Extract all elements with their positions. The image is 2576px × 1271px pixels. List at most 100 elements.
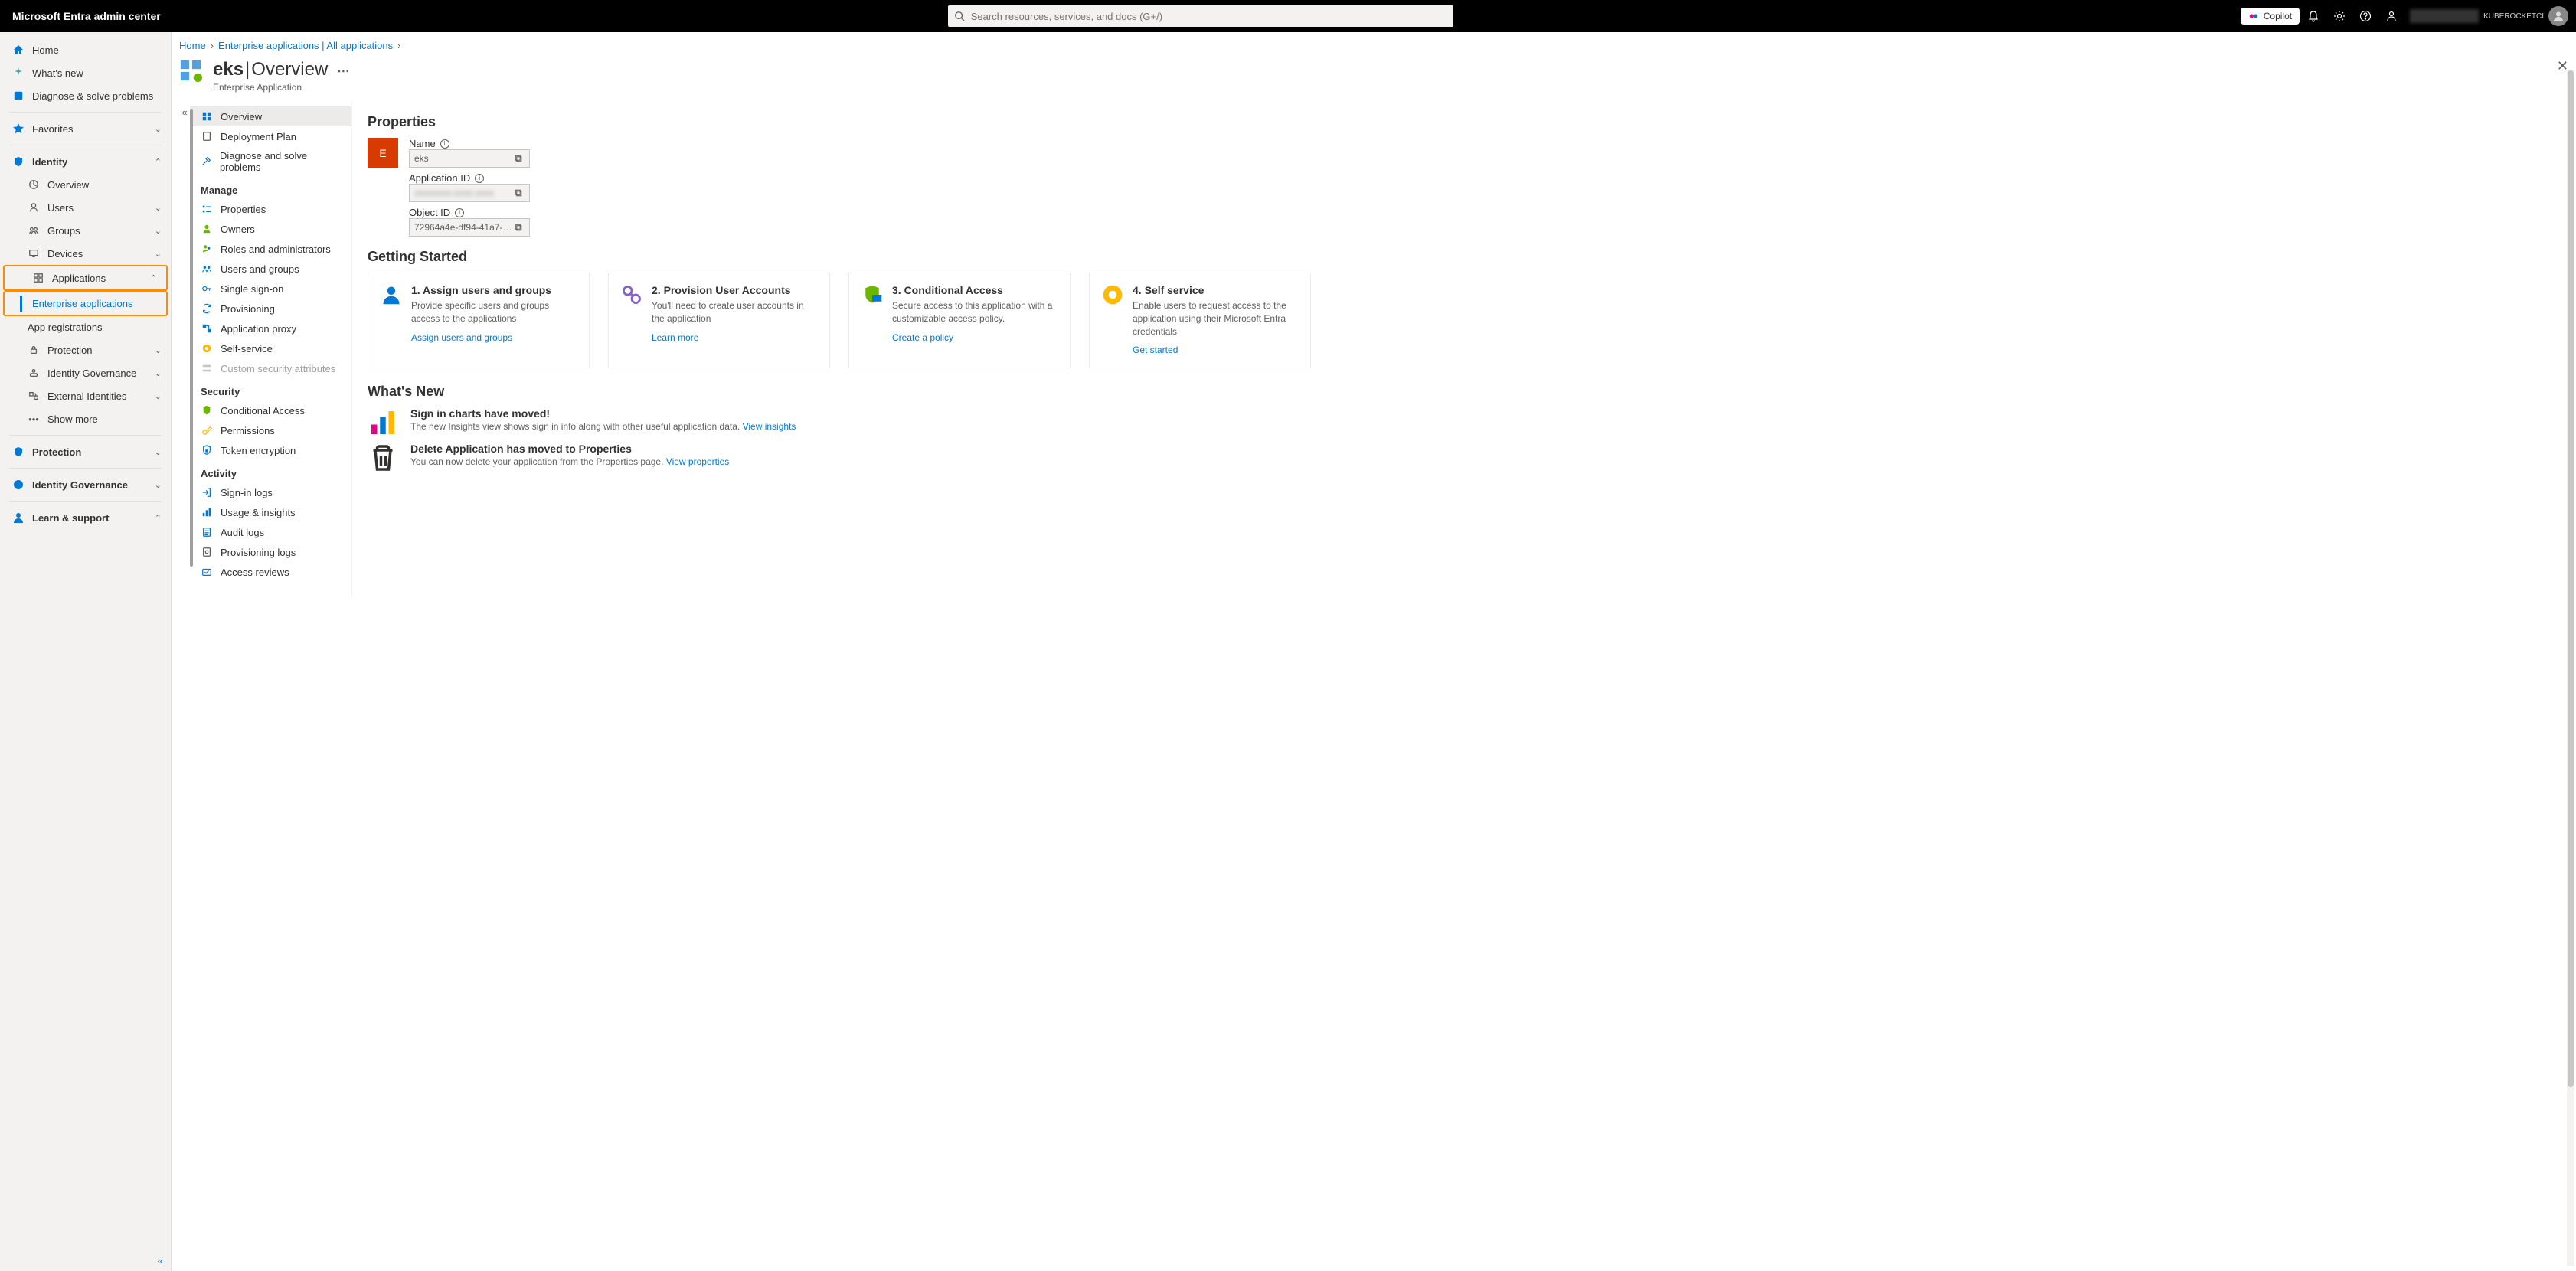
- nav-learn-support[interactable]: Learn & support⌃: [0, 506, 171, 529]
- nav-favorites[interactable]: Favorites⌄: [0, 117, 171, 140]
- nav-protection[interactable]: Protection⌄: [0, 338, 171, 361]
- apps-icon: [32, 272, 44, 284]
- nav-protection-2[interactable]: Protection⌄: [0, 440, 171, 463]
- blade-usage-insights[interactable]: Usage & insights: [190, 502, 351, 522]
- blade-diagnose[interactable]: Diagnose and solve problems: [190, 146, 351, 177]
- blade-deployment-plan[interactable]: Deployment Plan: [190, 126, 351, 146]
- whats-new-heading: What's New: [368, 384, 2545, 400]
- app-name: eks: [213, 59, 244, 80]
- nav-identity[interactable]: Identity⌃: [0, 150, 171, 173]
- blade-access-reviews[interactable]: Access reviews: [190, 562, 351, 582]
- help-icon[interactable]: [2353, 4, 2378, 28]
- blade-group-manage: Manage: [190, 177, 351, 199]
- view-properties-link[interactable]: View properties: [666, 456, 730, 467]
- nav-identity-governance-2[interactable]: Identity Governance⌄: [0, 473, 171, 496]
- shield-icon: [12, 446, 25, 458]
- blade-owners[interactable]: Owners: [190, 219, 351, 239]
- nav-whats-new[interactable]: What's new: [0, 61, 171, 84]
- home-icon: [12, 44, 25, 56]
- key-icon: [201, 283, 213, 295]
- chevron-down-icon: ⌄: [155, 447, 162, 457]
- info-icon[interactable]: i: [475, 174, 484, 183]
- copilot-button[interactable]: Copilot: [2241, 8, 2300, 25]
- self-service-card-icon: [1102, 284, 1123, 355]
- create-policy-link[interactable]: Create a policy: [892, 332, 953, 343]
- lock-icon: [28, 344, 40, 356]
- top-bar: Microsoft Entra admin center Copilot KUB…: [0, 0, 2576, 32]
- blade-nav: Overview Deployment Plan Diagnose and so…: [190, 102, 352, 597]
- assign-users-icon: [381, 284, 402, 355]
- blade-custom-security: Custom security attributes: [190, 358, 351, 378]
- assign-users-link[interactable]: Assign users and groups: [411, 332, 512, 343]
- copilot-label: Copilot: [2264, 11, 2292, 21]
- blade-roles-admins[interactable]: Roles and administrators: [190, 239, 351, 259]
- blade-body: Home › Enterprise applications | All app…: [172, 32, 2576, 1271]
- self-service-get-started-link[interactable]: Get started: [1133, 345, 1178, 355]
- copy-icon[interactable]: [514, 154, 526, 163]
- global-search[interactable]: [948, 5, 1453, 27]
- blade-signin-logs[interactable]: Sign-in logs: [190, 482, 351, 502]
- page-title: eks | Overview ⋯: [213, 59, 352, 82]
- provision-learn-more-link[interactable]: Learn more: [652, 332, 698, 343]
- more-icon: •••: [28, 413, 40, 425]
- nav-home[interactable]: Home: [0, 38, 171, 61]
- signin-icon: [201, 486, 213, 498]
- collapse-blade-nav[interactable]: «: [179, 102, 190, 597]
- provision-icon: [621, 284, 642, 355]
- settings-icon[interactable]: [2327, 4, 2352, 28]
- blade-overview[interactable]: Overview: [190, 106, 351, 126]
- whatsnew-delete-app: Delete Application has moved to Properti…: [368, 443, 2545, 473]
- review-icon: [201, 566, 213, 578]
- more-actions-button[interactable]: ⋯: [334, 60, 352, 82]
- nav-users[interactable]: Users⌄: [0, 196, 171, 219]
- nav-enterprise-applications[interactable]: Enterprise applications: [5, 292, 166, 315]
- nav-external-identities[interactable]: External Identities⌄: [0, 384, 171, 407]
- blade-permissions[interactable]: Permissions: [190, 420, 351, 440]
- user-avatar[interactable]: [2548, 6, 2568, 26]
- blade-audit-logs[interactable]: Audit logs: [190, 522, 351, 542]
- proxy-icon: [201, 322, 213, 335]
- nav-devices[interactable]: Devices⌄: [0, 242, 171, 265]
- breadcrumb-home[interactable]: Home: [179, 40, 206, 51]
- page-subtitle: Enterprise Application: [213, 82, 352, 93]
- identity-icon: [12, 155, 25, 168]
- governance-icon: [12, 479, 25, 491]
- blade-provisioning-logs[interactable]: Provisioning logs: [190, 542, 351, 562]
- encryption-icon: [201, 444, 213, 456]
- search-icon: [954, 11, 965, 21]
- blade-properties[interactable]: Properties: [190, 199, 351, 219]
- brand-label: Microsoft Entra admin center: [8, 10, 161, 22]
- info-icon[interactable]: i: [455, 208, 464, 217]
- nav-diagnose[interactable]: Diagnose & solve problems: [0, 84, 171, 107]
- blade-app-proxy[interactable]: Application proxy: [190, 319, 351, 338]
- blade-nav-scrollbar[interactable]: [190, 109, 193, 567]
- blade-conditional-access[interactable]: Conditional Access: [190, 400, 351, 420]
- group-icon: [28, 224, 40, 237]
- nav-identity-governance[interactable]: Identity Governance⌄: [0, 361, 171, 384]
- nav-show-more[interactable]: •••Show more: [0, 407, 171, 430]
- view-insights-link[interactable]: View insights: [743, 421, 796, 432]
- card-self-service: 4. Self serviceEnable users to request a…: [1089, 273, 1311, 368]
- blade-users-groups[interactable]: Users and groups: [190, 259, 351, 279]
- notifications-icon[interactable]: [2301, 4, 2326, 28]
- search-input[interactable]: [971, 11, 1447, 22]
- governance-icon: [28, 367, 40, 379]
- sync-icon: [201, 302, 213, 315]
- trash-icon: [368, 443, 398, 473]
- blade-token-encryption[interactable]: Token encryption: [190, 440, 351, 460]
- feedback-icon[interactable]: [2379, 4, 2404, 28]
- content-scrollbar[interactable]: [2567, 70, 2574, 1266]
- collapse-nav-button[interactable]: «: [0, 1255, 171, 1266]
- blade-self-service[interactable]: Self-service: [190, 338, 351, 358]
- nav-app-registrations[interactable]: App registrations: [0, 316, 171, 338]
- nav-identity-overview[interactable]: Overview: [0, 173, 171, 196]
- blade-sso[interactable]: Single sign-on: [190, 279, 351, 299]
- nav-applications[interactable]: Applications⌃: [5, 266, 166, 289]
- nav-groups[interactable]: Groups⌄: [0, 219, 171, 242]
- copy-icon[interactable]: [514, 223, 526, 232]
- blade-provisioning[interactable]: Provisioning: [190, 299, 351, 319]
- doc-icon: [201, 130, 213, 142]
- copy-icon[interactable]: [514, 188, 526, 198]
- breadcrumb-enterprise-apps[interactable]: Enterprise applications | All applicatio…: [218, 40, 393, 51]
- info-icon[interactable]: i: [440, 139, 449, 149]
